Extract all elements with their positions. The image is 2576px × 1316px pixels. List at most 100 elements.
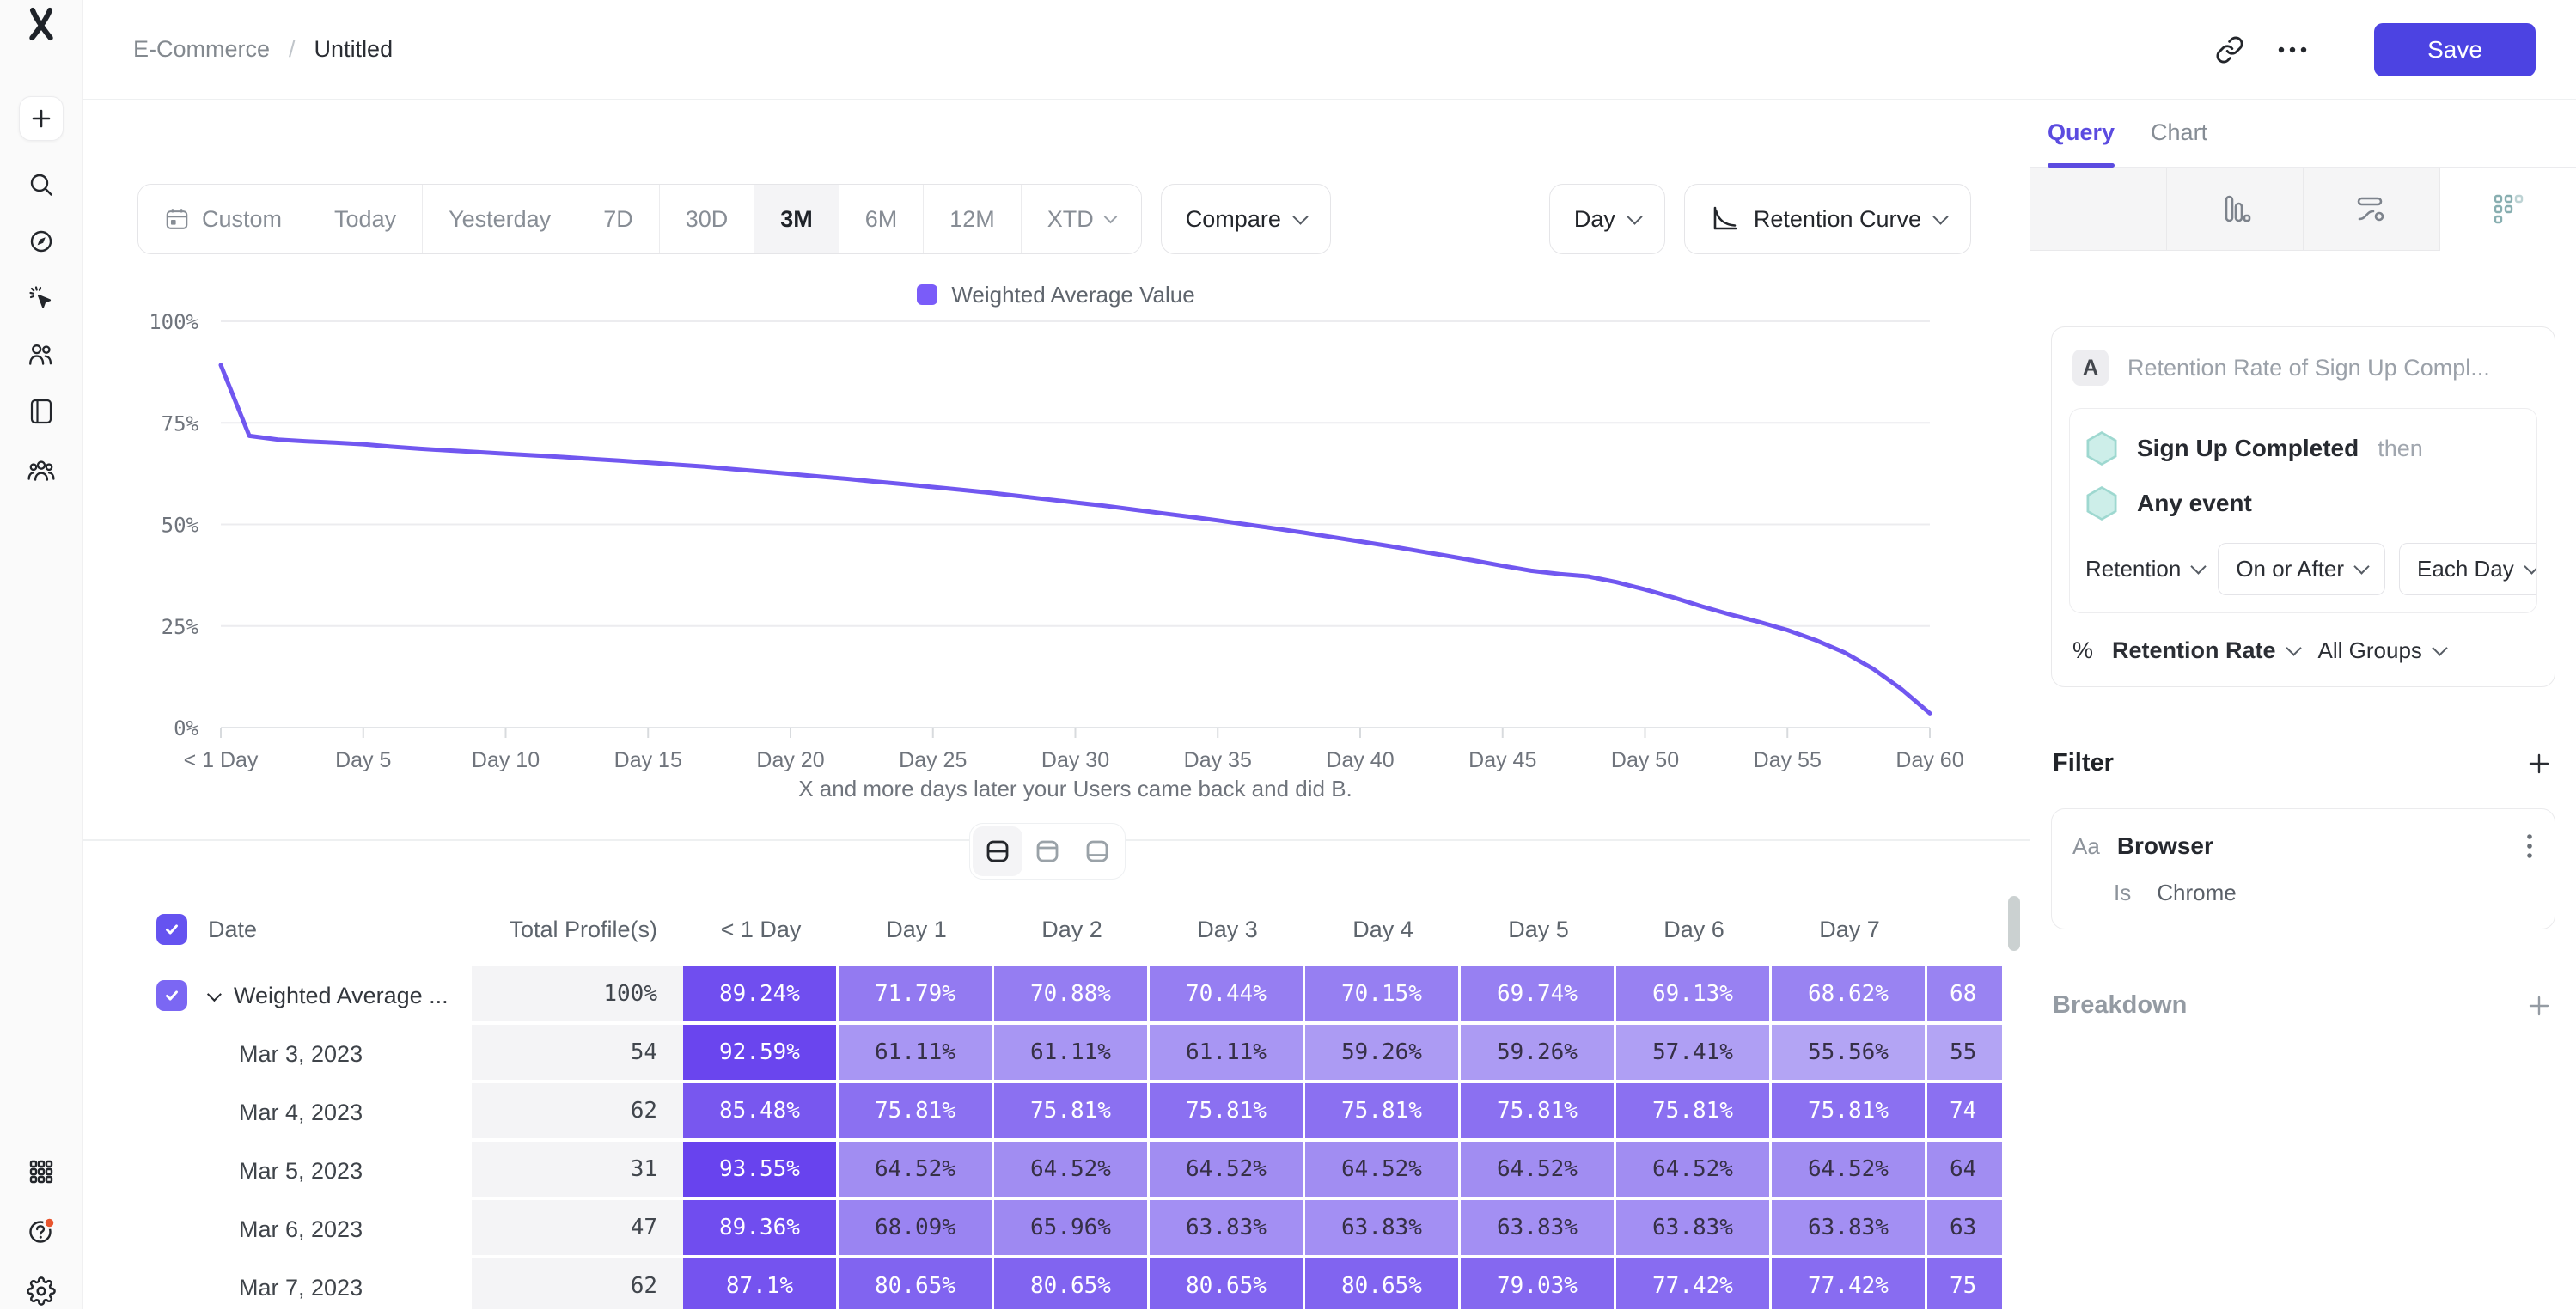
retention-cell: 75.81% bbox=[1305, 1083, 1461, 1142]
table-view-button[interactable] bbox=[1072, 826, 1122, 876]
retention-cell: 69.74% bbox=[1461, 966, 1616, 1025]
tab-chart[interactable]: Chart bbox=[2151, 99, 2207, 167]
settings-gear-icon[interactable] bbox=[0, 1266, 82, 1316]
save-button[interactable]: Save bbox=[2374, 23, 2536, 76]
filter-card[interactable]: Aa Browser Is Chrome bbox=[2051, 808, 2555, 929]
insights-chart-type-button[interactable] bbox=[2030, 168, 2167, 251]
event-row-any-event[interactable]: Any event bbox=[2085, 476, 2521, 531]
groups-dropdown[interactable]: All Groups bbox=[2318, 637, 2445, 664]
retention-cell: 64.52% bbox=[839, 1142, 994, 1200]
panel-tabs: Query Chart bbox=[2030, 99, 2576, 168]
tab-query[interactable]: Query bbox=[2048, 99, 2115, 167]
row-checkbox[interactable] bbox=[156, 980, 187, 1011]
table-row: Mar 4, 20236285.48%75.81%75.81%75.81%75.… bbox=[145, 1083, 2002, 1142]
table-row: Mar 6, 20234789.36%68.09%65.96%63.83%63.… bbox=[145, 1200, 2002, 1258]
range-button-xtd[interactable]: XTD bbox=[1022, 185, 1141, 253]
add-breakdown-button[interactable] bbox=[2526, 993, 2552, 1019]
add-filter-button[interactable] bbox=[2526, 751, 2552, 777]
hexagon-event-icon bbox=[2085, 431, 2118, 466]
compass-icon[interactable] bbox=[0, 216, 82, 266]
retention-cell: 75.81% bbox=[994, 1083, 1150, 1142]
window-dropdown[interactable]: On or After bbox=[2218, 543, 2385, 595]
table-row: Weighted Average ...100%89.24%71.79%70.8… bbox=[145, 966, 2002, 1025]
chart-view-button[interactable] bbox=[1022, 826, 1072, 876]
event-box: Sign Up Completed then Any event Retenti… bbox=[2069, 408, 2537, 613]
event-sign-up-label: Sign Up Completed bbox=[2137, 435, 2359, 462]
retention-cell: 63.83% bbox=[1461, 1200, 1616, 1258]
filter-field[interactable]: Browser bbox=[2117, 832, 2213, 860]
day-column-header: < 1 Day bbox=[683, 893, 839, 966]
range-button-today[interactable]: Today bbox=[308, 185, 423, 253]
range-button-7d[interactable]: 7D bbox=[577, 185, 660, 253]
retention-cell: 65.96% bbox=[994, 1200, 1150, 1258]
svg-text:50%: 50% bbox=[162, 514, 199, 538]
row-date-label: Mar 3, 2023 bbox=[239, 1041, 363, 1068]
granularity-dropdown[interactable]: Day bbox=[1549, 184, 1665, 254]
bar-chart-type-button[interactable] bbox=[2167, 168, 2304, 251]
total-profiles-header: Total Profile(s) bbox=[472, 893, 683, 966]
filter-section-header: Filter bbox=[2053, 749, 2552, 777]
retention-cell: 93.55% bbox=[683, 1142, 839, 1200]
range-button-custom[interactable]: Custom bbox=[138, 185, 308, 253]
compare-button[interactable]: Compare bbox=[1161, 184, 1331, 254]
chart-type-dropdown[interactable]: Retention Curve bbox=[1684, 184, 1971, 254]
metric-row: % Retention Rate All Groups bbox=[2072, 637, 2534, 664]
library-icon[interactable] bbox=[0, 387, 82, 436]
retention-cell: 87.1% bbox=[683, 1258, 839, 1309]
filter-operator[interactable]: Is bbox=[2114, 880, 2131, 906]
retention-cell: 80.65% bbox=[839, 1258, 994, 1309]
click-select-icon[interactable] bbox=[0, 273, 82, 323]
interval-dropdown[interactable]: Each Day bbox=[2399, 543, 2537, 595]
retention-cell: 59.26% bbox=[1305, 1025, 1461, 1083]
share-link-icon[interactable] bbox=[2215, 35, 2244, 64]
retention-cell: 89.24% bbox=[683, 966, 839, 1025]
filter-value[interactable]: Chrome bbox=[2157, 880, 2236, 906]
search-icon[interactable] bbox=[0, 160, 82, 210]
retention-cell-partial: 63 bbox=[1927, 1200, 2002, 1258]
retention-cell: 89.36% bbox=[683, 1200, 839, 1258]
more-menu-icon[interactable] bbox=[2277, 46, 2308, 54]
help-icon[interactable] bbox=[0, 1206, 82, 1256]
retention-chart-type-button[interactable] bbox=[2440, 168, 2576, 251]
expand-chevron-icon[interactable] bbox=[207, 987, 222, 1002]
query-title[interactable]: Retention Rate of Sign Up Compl... bbox=[2127, 355, 2490, 381]
retention-cell: 75.81% bbox=[1772, 1083, 1927, 1142]
range-button-3m[interactable]: 3M bbox=[754, 185, 839, 253]
granularity-label: Day bbox=[1574, 206, 1615, 233]
retention-cell-partial: 55 bbox=[1927, 1025, 2002, 1083]
users-icon[interactable] bbox=[0, 330, 82, 380]
retention-cell-partial: 75 bbox=[1927, 1258, 2002, 1309]
table-scrollbar[interactable] bbox=[2008, 896, 2020, 951]
table-row: Mar 3, 20235492.59%61.11%61.11%61.11%59.… bbox=[145, 1025, 2002, 1083]
select-all-checkbox[interactable] bbox=[156, 914, 187, 945]
retention-cell: 63.83% bbox=[1772, 1200, 1927, 1258]
table-header-label-cell: Date bbox=[145, 893, 472, 966]
retention-cell: 71.79% bbox=[839, 966, 994, 1025]
range-button-yesterday[interactable]: Yesterday bbox=[423, 185, 577, 253]
breadcrumb-section[interactable]: E-Commerce bbox=[133, 36, 270, 63]
top-actions: Save bbox=[2215, 23, 2536, 76]
flow-chart-type-button[interactable] bbox=[2304, 168, 2440, 251]
metric-dropdown[interactable]: Retention Rate bbox=[2112, 637, 2299, 664]
apps-grid-icon[interactable] bbox=[0, 1147, 82, 1197]
split-view-button[interactable] bbox=[973, 826, 1022, 876]
filter-menu-icon[interactable] bbox=[2525, 832, 2534, 861]
breakdown-title: Breakdown bbox=[2053, 991, 2187, 1020]
range-button-12m[interactable]: 12M bbox=[924, 185, 1022, 253]
new-report-button[interactable] bbox=[19, 96, 64, 141]
date-column-header: Date bbox=[208, 917, 257, 943]
retention-mode-dropdown[interactable]: Retention bbox=[2085, 556, 2204, 582]
retention-cell: 75.81% bbox=[1461, 1083, 1616, 1142]
range-button-6m[interactable]: 6M bbox=[839, 185, 925, 253]
row-date-label: Mar 6, 2023 bbox=[239, 1216, 363, 1243]
retention-cell: 80.65% bbox=[994, 1258, 1150, 1309]
event-row-sign-up[interactable]: Sign Up Completed then bbox=[2085, 421, 2521, 476]
breadcrumb-page[interactable]: Untitled bbox=[314, 36, 394, 63]
svg-text:Day 50: Day 50 bbox=[1611, 748, 1679, 772]
range-button-30d[interactable]: 30D bbox=[660, 185, 755, 253]
svg-text:Day 20: Day 20 bbox=[756, 748, 824, 772]
day-column-header: Day 5 bbox=[1461, 893, 1616, 966]
audience-icon[interactable] bbox=[0, 446, 82, 496]
retention-cell: 69.13% bbox=[1616, 966, 1772, 1025]
percent-icon: % bbox=[2072, 637, 2093, 664]
